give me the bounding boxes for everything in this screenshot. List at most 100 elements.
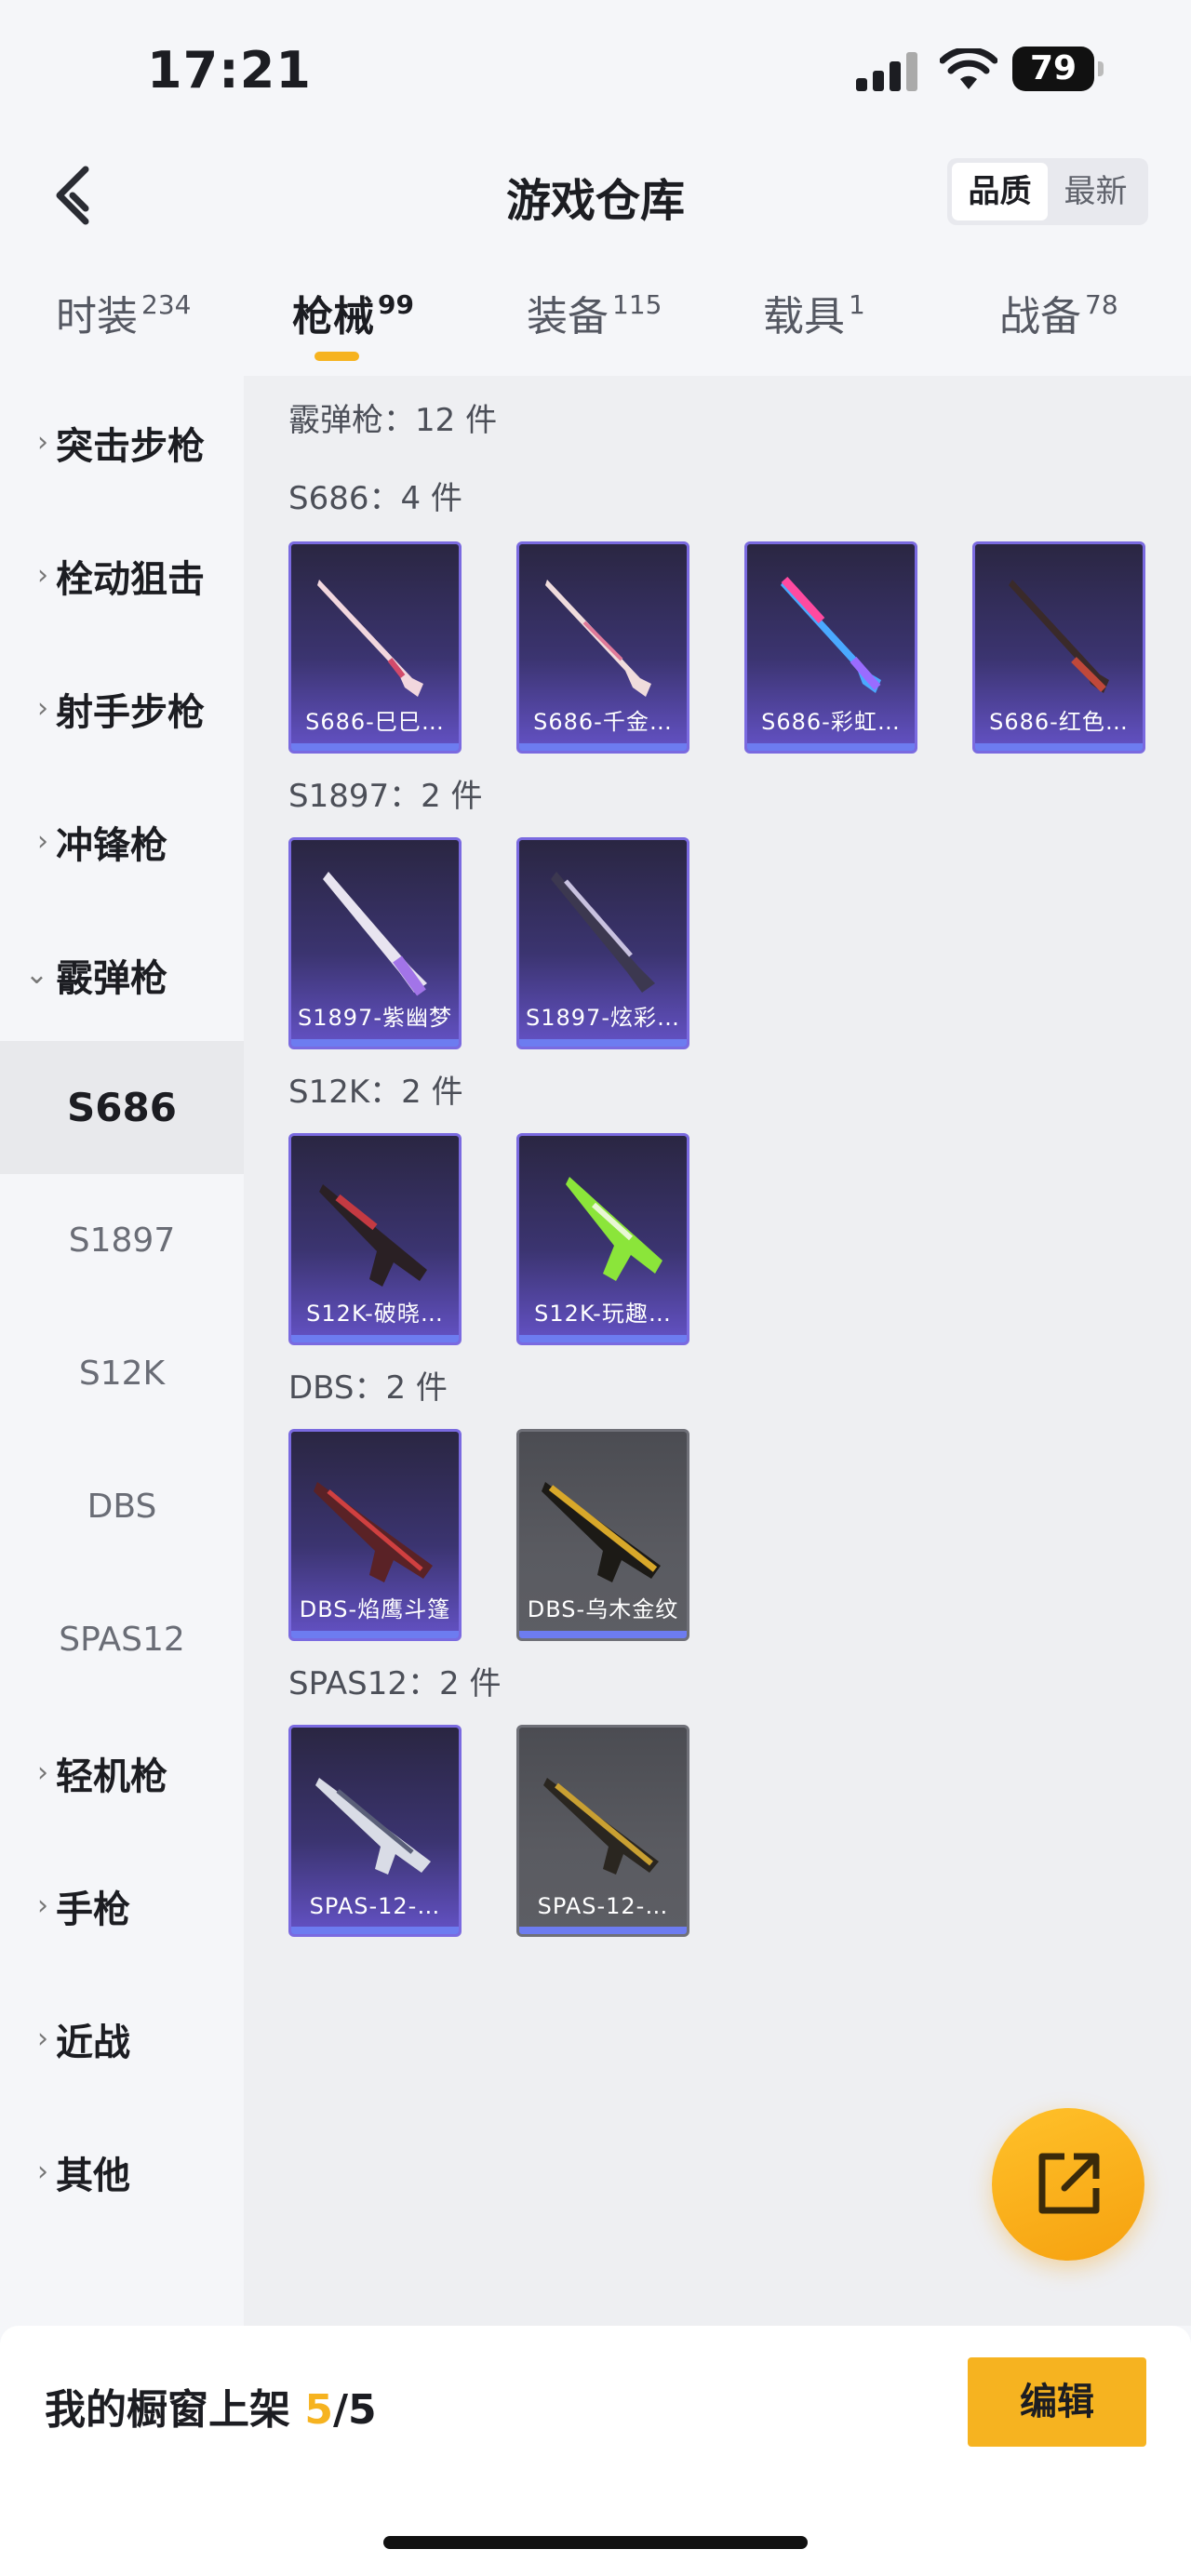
- item-card[interactable]: S686-红色…: [972, 541, 1145, 754]
- sidebar-item-label: 射手步枪: [56, 690, 205, 734]
- sidebar-item-label: 栓动狙击: [56, 557, 205, 601]
- sidebar-item-other[interactable]: › 其他: [0, 2105, 244, 2238]
- item-card[interactable]: S12K-破晓…: [288, 1133, 462, 1345]
- sidebar-item-label: 冲锋枪: [56, 823, 167, 867]
- sort-newest-button[interactable]: 最新: [1048, 163, 1144, 220]
- item-card[interactable]: SPAS-12-…: [288, 1725, 462, 1937]
- item-card[interactable]: S686-彩虹…: [744, 541, 917, 754]
- item-name: S12K-破晓…: [306, 1301, 444, 1327]
- item-card[interactable]: S686-巳巳…: [288, 541, 462, 754]
- chevron-right-icon: ›: [37, 559, 48, 592]
- chevron-right-icon: ›: [37, 825, 48, 858]
- shotgun-icon: [781, 576, 881, 693]
- item-name: S686-巳巳…: [305, 709, 445, 735]
- cellular-signal-icon: [856, 50, 917, 91]
- item-card[interactable]: S1897-炫彩…: [516, 837, 689, 1049]
- rarity-bar: [519, 1631, 687, 1638]
- sidebar-subitem-s1897[interactable]: S1897: [0, 1174, 244, 1307]
- edit-button[interactable]: 编辑: [968, 2357, 1146, 2447]
- chevron-right-icon: ›: [37, 2022, 48, 2055]
- rarity-bar: [519, 1335, 687, 1342]
- item-card[interactable]: DBS-乌木金纹: [516, 1429, 689, 1641]
- tab-fashion[interactable]: 时装 234: [56, 283, 191, 342]
- share-external-icon: [1038, 2153, 1100, 2214]
- sidebar-item-assault-rifle[interactable]: › 突击步枪: [0, 376, 244, 509]
- rarity-bar: [291, 743, 459, 751]
- tab-label: 时装: [56, 293, 138, 340]
- showcase-status: 我的橱窗上架 5/5: [45, 2376, 377, 2436]
- share-button[interactable]: [992, 2108, 1144, 2261]
- sidebar-item-shotgun[interactable]: ⌄ 霰弹枪: [0, 908, 244, 1041]
- sidebar-item-smg[interactable]: › 冲锋枪: [0, 775, 244, 908]
- item-card[interactable]: SPAS-12-…: [516, 1725, 689, 1937]
- group-title: S12K：2 件: [288, 1074, 463, 1111]
- sidebar-item-marksman-rifle[interactable]: › 射手步枪: [0, 642, 244, 775]
- tab-vehicle[interactable]: 载具 1: [763, 283, 865, 342]
- bullpup-shotgun-icon: [542, 1482, 661, 1582]
- status-bar: 17:21 79: [0, 0, 1191, 140]
- sidebar-subitem-s686[interactable]: S686: [0, 1041, 244, 1174]
- tab-label: 战备: [999, 293, 1081, 340]
- sidebar-subitem-s12k[interactable]: S12K: [0, 1307, 244, 1440]
- sort-quality-button[interactable]: 品质: [952, 163, 1048, 220]
- sidebar-item-bolt-sniper[interactable]: › 栓动狙击: [0, 509, 244, 642]
- active-tab-indicator: [314, 352, 359, 361]
- group-title: DBS：2 件: [288, 1369, 448, 1407]
- tab-label: 载具: [763, 293, 845, 340]
- item-name: S686-红色…: [989, 709, 1129, 735]
- chevron-right-icon: ›: [37, 692, 48, 725]
- shotgun-icon: [543, 1778, 659, 1875]
- item-card[interactable]: S12K-玩趣…: [516, 1133, 689, 1345]
- sort-toggle: 品质 最新: [947, 158, 1148, 225]
- chevron-down-icon: ⌄: [24, 958, 48, 991]
- item-name: SPAS-12-…: [309, 1893, 441, 1919]
- shotgun-icon: [315, 1778, 431, 1875]
- sidebar-subitem-spas12[interactable]: SPAS12: [0, 1573, 244, 1706]
- sidebar-item-label: 轻机枪: [56, 1755, 167, 1798]
- tab-count: 78: [1085, 289, 1118, 320]
- rarity-bar: [291, 1039, 459, 1047]
- chevron-right-icon: ›: [37, 426, 48, 459]
- shotgun-icon: [545, 580, 651, 697]
- sidebar-item-label: 其他: [56, 2154, 130, 2197]
- item-name: S686-彩虹…: [761, 709, 901, 735]
- group-title: S686：4 件: [288, 480, 462, 517]
- category-tabs: 时装 234 枪械 99 装备 115 载具 1 战备 78: [0, 270, 1191, 372]
- sidebar-item-pistol[interactable]: › 手枪: [0, 1839, 244, 1972]
- tab-equipment[interactable]: 装备 115: [527, 283, 662, 342]
- item-name: S12K-玩趣…: [534, 1301, 672, 1327]
- shotgun-icon: [551, 872, 655, 993]
- tab-supplies[interactable]: 战备 78: [999, 283, 1118, 342]
- category-count-title: 霰弹枪：12 件: [288, 402, 498, 439]
- rarity-bar: [747, 743, 915, 751]
- shotgun-icon: [323, 872, 427, 996]
- rarity-bar: [519, 743, 687, 751]
- tab-guns[interactable]: 枪械 99: [292, 283, 414, 342]
- sidebar-item-label: 突击步枪: [56, 424, 205, 468]
- showcase-label: 我的橱窗上架: [45, 2386, 305, 2434]
- shotgun-icon: [1009, 580, 1109, 693]
- rarity-bar: [975, 743, 1143, 751]
- sidebar-subitem-dbs[interactable]: DBS: [0, 1440, 244, 1573]
- item-card[interactable]: DBS-焰鹰斗篷: [288, 1429, 462, 1641]
- tab-label: 枪械: [292, 293, 374, 340]
- item-card[interactable]: S1897-紫幽梦: [288, 837, 462, 1049]
- sidebar-item-label: 手枪: [56, 1888, 130, 1931]
- tab-count: 1: [849, 289, 865, 320]
- item-card[interactable]: S686-千金…: [516, 541, 689, 754]
- rarity-bar: [291, 1927, 459, 1934]
- rarity-bar: [291, 1335, 459, 1342]
- showcase-total: /5: [332, 2386, 377, 2434]
- sidebar-item-lmg[interactable]: › 轻机枪: [0, 1706, 244, 1839]
- rarity-bar: [519, 1927, 687, 1934]
- battery-icon: 79: [1012, 47, 1104, 91]
- shotgun-icon: [317, 580, 423, 697]
- assault-shotgun-icon: [319, 1184, 427, 1287]
- item-name: S686-千金…: [533, 709, 673, 735]
- tab-label: 装备: [527, 293, 609, 340]
- item-name: S1897-紫幽梦: [298, 1005, 452, 1031]
- group-title: SPAS12：2 件: [288, 1665, 502, 1702]
- tab-count: 115: [612, 289, 662, 320]
- sidebar-item-label: 近战: [56, 2021, 130, 2064]
- sidebar-item-melee[interactable]: › 近战: [0, 1972, 244, 2105]
